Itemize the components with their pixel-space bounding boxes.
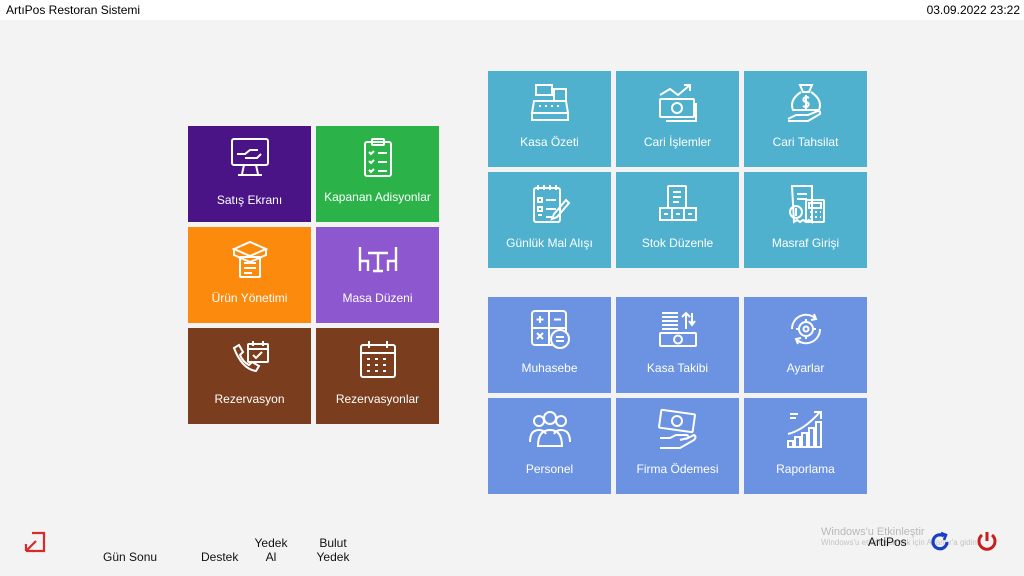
tile-label: Ürün Yönetimi (211, 291, 288, 305)
monitor-hand-icon (188, 136, 311, 184)
tile-kasa-takibi[interactable]: Kasa Takibi (616, 297, 739, 393)
hand-cash-icon (616, 408, 739, 456)
tile-label: Stok Düzenle (641, 236, 714, 250)
tile-raporlama[interactable]: Raporlama (744, 398, 867, 494)
bulut-yedek-label-line2: Yedek (316, 550, 350, 564)
tile-cari-islemler[interactable]: Cari İşlemler (616, 71, 739, 167)
bulut-yedek-button[interactable]: Bulut Yedek (312, 536, 354, 564)
tile-masa-duzeni[interactable]: Masa Düzeni (316, 227, 439, 323)
tile-muhasebe[interactable]: Muhasebe (488, 297, 611, 393)
exit-arrow-icon[interactable] (24, 531, 46, 553)
title-bar: ArtıPos Restoran Sistemi 03.09.2022 23:2… (0, 0, 1024, 20)
tile-kasa-ozeti[interactable]: Kasa Özeti (488, 71, 611, 167)
tile-gunluk-mal-alisi[interactable]: Günlük Mal Alışı (488, 172, 611, 268)
money-growth-icon (616, 81, 739, 129)
tile-firma-odemesi[interactable]: Firma Ödemesi (616, 398, 739, 494)
power-icon[interactable] (975, 529, 999, 553)
tile-label: Günlük Mal Alışı (506, 236, 593, 250)
gun-sonu-button[interactable]: Gün Sonu (103, 550, 157, 564)
table-chairs-icon (316, 237, 439, 285)
tile-label: Kasa Özeti (520, 135, 579, 149)
tile-label: Firma Ödemesi (636, 462, 719, 476)
refresh-icon[interactable] (928, 530, 952, 554)
stock-boxes-icon (616, 182, 739, 230)
tile-label: Satış Ekranı (216, 193, 283, 207)
money-bag-icon (744, 81, 867, 129)
tile-satis-ekrani[interactable]: Satış Ekranı (188, 126, 311, 222)
tile-label: Ayarlar (786, 361, 825, 375)
tile-cari-tahsilat[interactable]: Cari Tahsilat (744, 71, 867, 167)
tile-label: Personel (525, 462, 574, 476)
tile-stok-duzenle[interactable]: Stok Düzenle (616, 172, 739, 268)
box-list-icon (188, 237, 311, 285)
tile-rezervasyon[interactable]: Rezervasyon (188, 328, 311, 424)
tile-label: Rezervasyon (214, 392, 285, 406)
bar-chart-up-icon (744, 408, 867, 456)
yedek-al-label-line1: Yedek (254, 536, 288, 550)
yedek-al-label-line2: Al (265, 550, 277, 564)
tile-label: Rezervasyonlar (335, 392, 420, 406)
tile-label: Cari İşlemler (643, 135, 712, 149)
gear-cycle-icon (744, 307, 867, 355)
tile-ayarlar[interactable]: Ayarlar (744, 297, 867, 393)
destek-button[interactable]: Destek (201, 550, 238, 564)
checklist-pen-icon (488, 182, 611, 230)
tile-label: Masa Düzeni (342, 291, 413, 305)
tile-personel[interactable]: Personel (488, 398, 611, 494)
calendar-grid-icon (316, 338, 439, 386)
tile-label: Raporlama (776, 462, 835, 476)
cash-stack-icon (616, 307, 739, 355)
tile-label: Masraf Girişi (771, 236, 840, 250)
brand-label: ArtiPos (868, 535, 907, 549)
cash-register-icon (488, 81, 611, 129)
people-group-icon (488, 408, 611, 456)
tile-label: Kapanan Adisyonlar (324, 190, 431, 204)
calculator-icon (488, 307, 611, 355)
tile-label: Cari Tahsilat (772, 135, 839, 149)
tile-urun-yonetimi[interactable]: Ürün Yönetimi (188, 227, 311, 323)
clipboard-checklist-icon (316, 136, 439, 184)
tile-kapanan-adisyonlar[interactable]: Kapanan Adisyonlar (316, 126, 439, 222)
tile-masraf-girisi[interactable]: Masraf Girişi (744, 172, 867, 268)
tile-label: Kasa Takibi (646, 361, 709, 375)
phone-calendar-icon (188, 338, 311, 386)
datetime: 03.09.2022 23:22 (926, 3, 1020, 17)
tile-rezervasyonlar[interactable]: Rezervasyonlar (316, 328, 439, 424)
yedek-al-button[interactable]: Yedek Al (252, 536, 290, 564)
app-title: ArtıPos Restoran Sistemi (6, 3, 141, 17)
receipt-calculator-icon (744, 182, 867, 230)
bulut-yedek-label-line1: Bulut (319, 536, 347, 550)
tile-label: Muhasebe (521, 361, 578, 375)
